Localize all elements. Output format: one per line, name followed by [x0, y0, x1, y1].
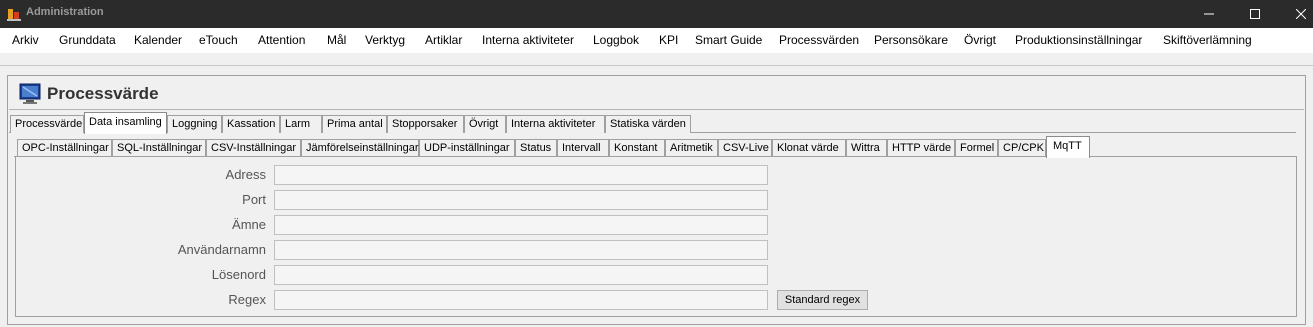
- menu-item-produktionsinstallningar[interactable]: Produktionsinställningar: [1015, 33, 1142, 47]
- page-title: Processvärde: [47, 84, 159, 103]
- menu-item-arkiv[interactable]: Arkiv: [12, 33, 39, 47]
- minimize-icon: [1204, 13, 1214, 15]
- subtab-opc[interactable]: OPC-Inställningar: [17, 139, 112, 157]
- menu-item-mal[interactable]: Mål: [327, 33, 346, 47]
- tab-kassation[interactable]: Kassation: [222, 115, 280, 133]
- maximize-button[interactable]: [1232, 0, 1278, 28]
- menu-item-loggbok[interactable]: Loggbok: [593, 33, 639, 47]
- menu-item-artiklar[interactable]: Artiklar: [425, 33, 462, 47]
- close-button[interactable]: [1278, 0, 1313, 28]
- regex-field[interactable]: [274, 290, 768, 310]
- tab-processvarde[interactable]: Processvärde: [10, 115, 84, 133]
- subtab-klonat-varde[interactable]: Klonat värde: [772, 139, 846, 157]
- subtab-sql[interactable]: SQL-Inställningar: [112, 139, 206, 157]
- subtab-jamforelse[interactable]: Jämförelseinställningar: [301, 139, 419, 157]
- menu-item-kalender[interactable]: Kalender: [134, 33, 182, 47]
- menu-item-smart-guide[interactable]: Smart Guide: [695, 33, 762, 47]
- menu-item-grunddata[interactable]: Grunddata: [59, 33, 116, 47]
- section-header: Processvärde: [9, 77, 1304, 110]
- losenord-label: Lösenord: [211, 267, 266, 282]
- subtab-wittra[interactable]: Wittra: [846, 139, 887, 157]
- tab-prima-antal[interactable]: Prima antal: [322, 115, 387, 133]
- subtab-intervall[interactable]: Intervall: [557, 139, 609, 157]
- menu-item-processvarden[interactable]: Processvärden: [779, 33, 859, 47]
- subtab-status[interactable]: Status: [515, 139, 557, 157]
- maximize-icon: [1250, 9, 1260, 19]
- subtab-aritmetik[interactable]: Aritmetik: [665, 139, 718, 157]
- subtab-udp[interactable]: UDP-inställningar: [419, 139, 515, 157]
- menu-item-attention[interactable]: Attention: [258, 33, 305, 47]
- menu-item-etouch[interactable]: eTouch: [199, 33, 238, 47]
- menu-bar: Arkiv Grunddata Kalender eTouch Attentio…: [0, 28, 1313, 53]
- regex-label: Regex: [228, 292, 266, 307]
- adress-field[interactable]: [274, 165, 768, 185]
- title-bar: Administration: [0, 0, 1313, 28]
- tab-loggning[interactable]: Loggning: [167, 115, 222, 133]
- subtab-csv-live[interactable]: CSV-Live: [718, 139, 772, 157]
- subtab-http-varde[interactable]: HTTP värde: [887, 139, 955, 157]
- tab-stopporsaker[interactable]: Stopporsaker: [387, 115, 464, 133]
- losenord-field[interactable]: [274, 265, 768, 285]
- menu-item-interna-aktiviteter[interactable]: Interna aktiviteter: [482, 33, 574, 47]
- close-icon: [1295, 8, 1307, 20]
- subtab-mqtt[interactable]: MqTT: [1046, 136, 1090, 158]
- subtab-konstant[interactable]: Konstant: [609, 139, 665, 157]
- tab-ovrigt[interactable]: Övrigt: [464, 115, 506, 133]
- amne-field[interactable]: [274, 215, 768, 235]
- menu-item-kpi[interactable]: KPI: [659, 33, 678, 47]
- port-field[interactable]: [274, 190, 768, 210]
- subtab-formel[interactable]: Formel: [955, 139, 998, 157]
- adress-label: Adress: [225, 167, 266, 182]
- window-title: Administration: [26, 6, 104, 18]
- monitor-icon: [19, 83, 41, 104]
- anvandarnamn-field[interactable]: [274, 240, 768, 260]
- anvandarnamn-label: Användarnamn: [177, 242, 266, 257]
- port-label: Port: [242, 192, 266, 207]
- subtab-cp-cpk[interactable]: CP/CPK: [998, 139, 1046, 157]
- app-logo-icon: [7, 9, 21, 21]
- tab-data-insamling[interactable]: Data insamling: [84, 112, 167, 134]
- subtab-csv[interactable]: CSV-Inställningar: [206, 139, 301, 157]
- menu-item-personsokare[interactable]: Personsökare: [874, 33, 948, 47]
- standard-regex-button[interactable]: Standard regex: [777, 290, 868, 310]
- menu-item-ovrigt[interactable]: Övrigt: [964, 33, 996, 47]
- amne-label: Ämne: [232, 217, 266, 232]
- tab-statiska-varden[interactable]: Statiska värden: [605, 115, 691, 133]
- minimize-button[interactable]: [1186, 0, 1232, 28]
- tab-larm[interactable]: Larm: [280, 115, 322, 133]
- separator: [0, 65, 1313, 66]
- menu-item-verktyg[interactable]: Verktyg: [365, 33, 405, 47]
- tab-interna-aktiviteter[interactable]: Interna aktiviteter: [506, 115, 605, 133]
- menu-item-skiftoverlamning[interactable]: Skiftöverlämning: [1163, 33, 1252, 47]
